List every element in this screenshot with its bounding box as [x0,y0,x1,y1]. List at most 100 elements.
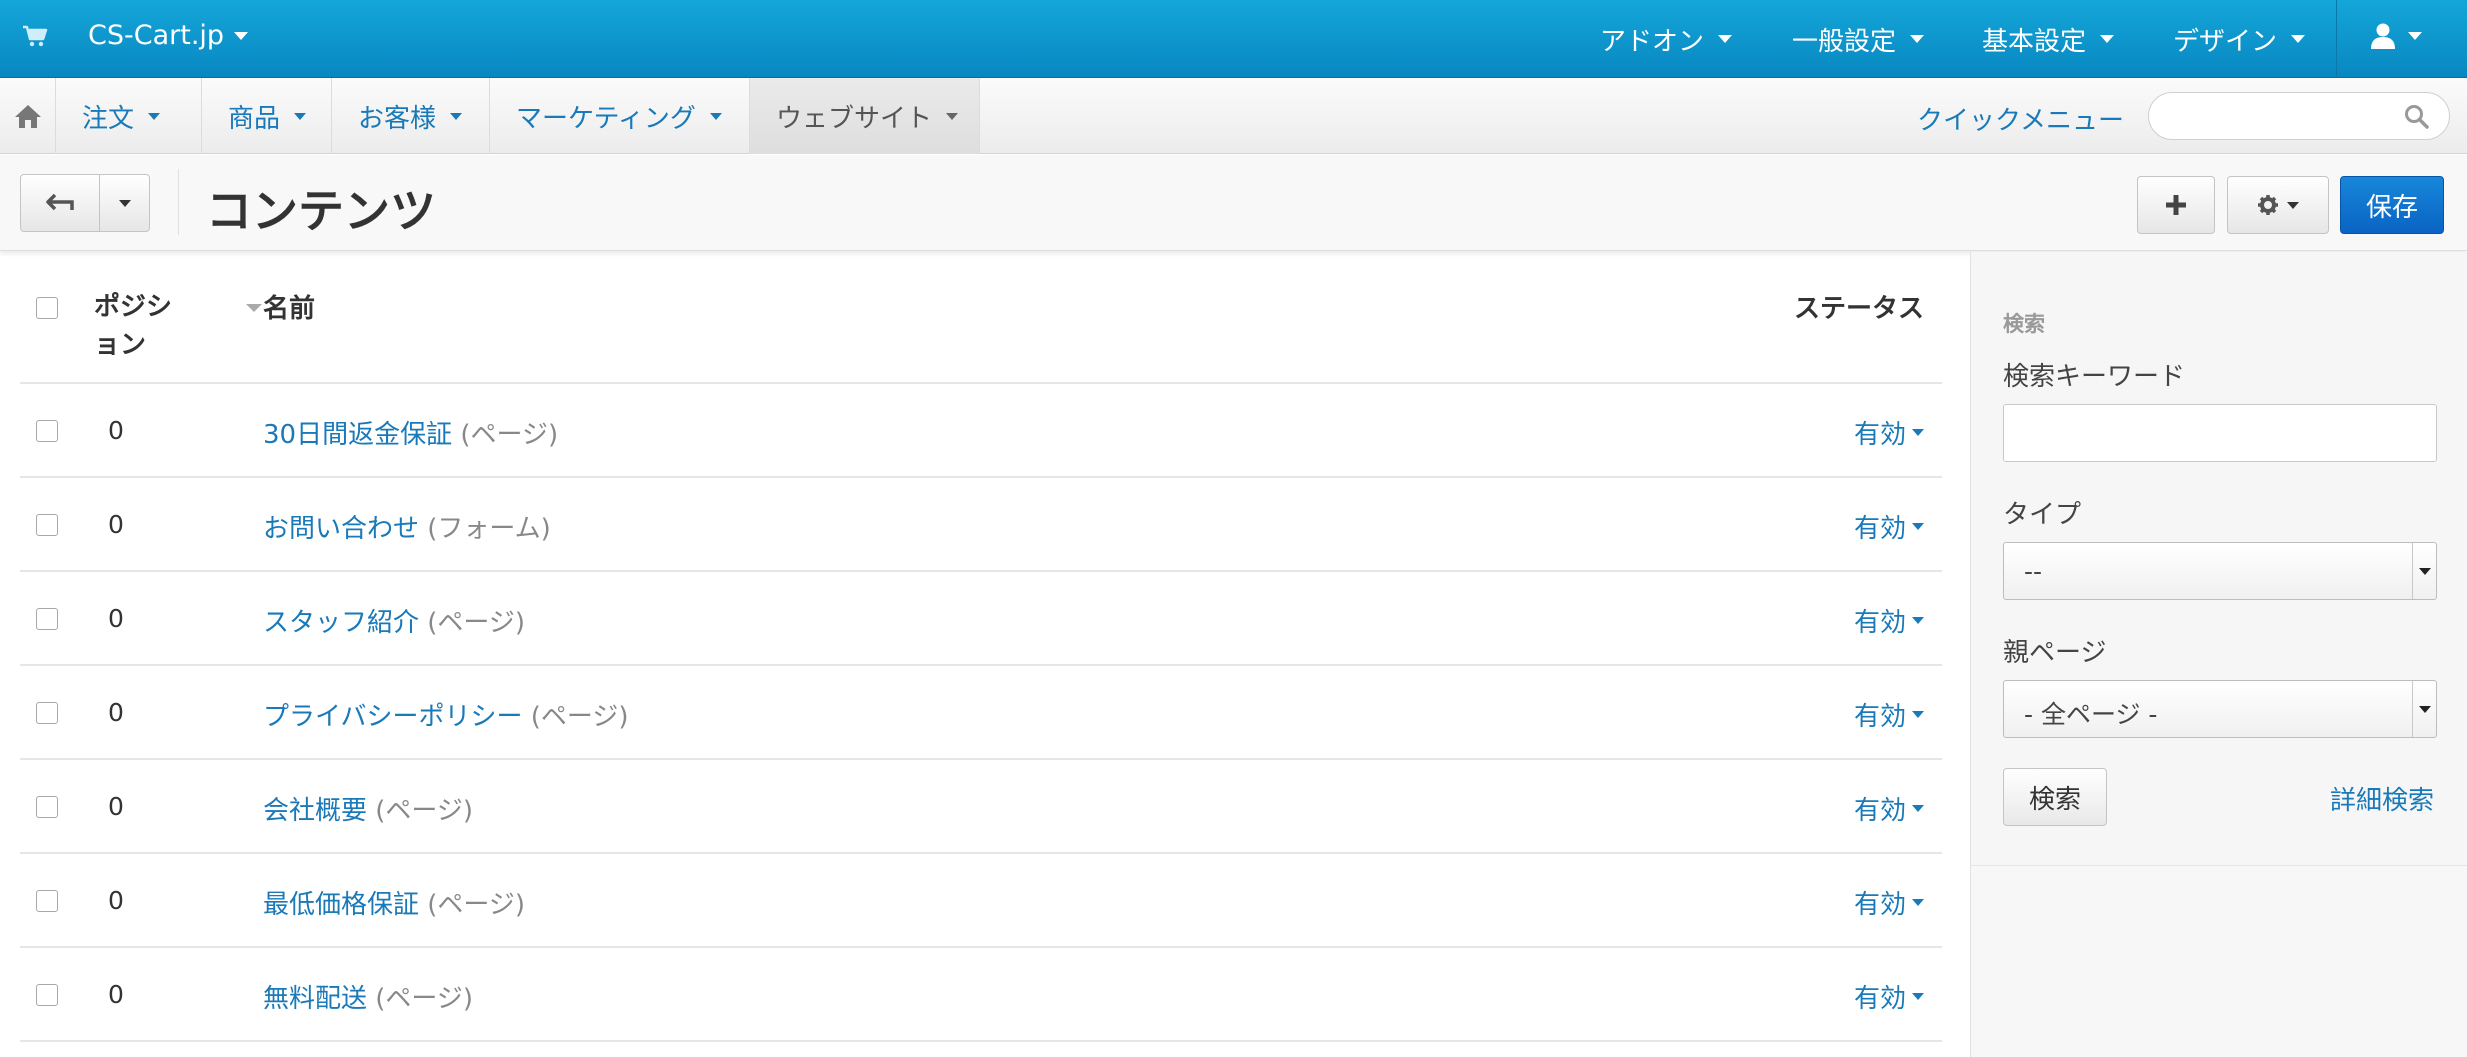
top-bar: CS-Cart.jp アドオン 一般設定 基本設定 デザイン [0,0,2467,78]
keyword-input[interactable] [2003,404,2437,462]
row-name: 最低価格保証 (ページ) [263,884,525,921]
type-label: タイプ [2003,500,2082,530]
row-type: (ページ) [427,608,526,638]
nav-item-customers[interactable]: お客様 [332,78,490,154]
nav-item-products[interactable]: 商品 [202,78,332,154]
chevron-down-icon [2418,705,2431,713]
status-dropdown[interactable]: 有効 [1854,790,1924,827]
column-header-name[interactable]: 名前 [263,288,315,325]
action-bar: コンテンツ 保存 [0,155,2467,251]
store-switcher[interactable]: CS-Cart.jp [88,20,249,51]
status-dropdown[interactable]: 有効 [1854,508,1924,545]
row-name-link[interactable]: プライバシーポリシー [263,702,522,732]
search-button[interactable]: 検索 [2003,768,2107,826]
row-position[interactable]: 0 [108,510,124,539]
status-dropdown[interactable]: 有効 [1854,696,1924,733]
status-dropdown[interactable]: 有効 [1854,978,1924,1015]
row-position[interactable]: 0 [108,416,124,445]
column-header-status[interactable]: ステータス [1794,288,1924,325]
row-position[interactable]: 0 [108,604,124,633]
user-menu-button[interactable] [2370,22,2422,50]
row-checkbox[interactable] [36,984,58,1006]
parent-page-select[interactable]: - 全ページ - [2003,680,2437,738]
row-checkbox[interactable] [36,608,58,630]
row-type: (ページ) [375,984,474,1014]
quick-menu-link[interactable]: クイックメニュー [1917,100,2124,137]
user-icon [2371,23,2395,49]
row-checkbox[interactable] [36,514,58,536]
history-dropdown-button[interactable] [99,174,150,232]
row-name-link[interactable]: お問い合わせ [263,514,419,544]
add-button[interactable] [2137,176,2215,234]
chevron-down-icon [1718,35,1733,43]
chevron-down-icon [450,112,463,120]
row-position[interactable]: 0 [108,980,124,1009]
divider [2336,0,2337,78]
table-row: 0 会社概要 (ページ) 有効 [20,760,1942,854]
home-button[interactable] [0,78,56,154]
cart-icon[interactable] [22,24,48,48]
status-label: 有効 [1853,984,1906,1014]
menu-basic-settings[interactable]: 基本設定 [1982,0,2115,78]
row-checkbox[interactable] [36,890,58,912]
row-name-link[interactable]: 会社概要 [263,796,367,826]
row-checkbox[interactable] [36,796,58,818]
nav-item-customers-label: お客様 [358,103,437,134]
settings-dropdown-button[interactable] [2227,176,2329,234]
brand-name: CS-Cart.jp [88,20,225,51]
nav-item-marketing[interactable]: マーケティング [490,78,750,154]
row-name-link[interactable]: 無料配送 [263,984,367,1014]
row-name: 会社概要 (ページ) [263,790,473,827]
menu-design-label: デザイン [2173,26,2278,57]
nav-item-website[interactable]: ウェブサイト [750,78,980,154]
keyword-label: 検索キーワード [2003,362,2186,392]
chevron-down-icon [2291,35,2306,43]
chevron-down-icon [294,112,307,120]
chevron-down-icon [1910,35,1925,43]
search-panel: 検索 検索キーワード タイプ -- 親ページ - 全ページ - 検索 詳細検索 [1971,252,2467,866]
back-button[interactable] [20,174,100,232]
chevron-down-icon [148,112,161,120]
nav-item-orders[interactable]: 注文 [56,78,202,154]
menu-addons[interactable]: アドオン [1600,0,1733,78]
sort-down-icon[interactable] [246,304,262,312]
row-type: (フォーム) [427,514,551,544]
table-row: 0 お問い合わせ (フォーム) 有効 [20,478,1942,572]
row-type: (ページ) [530,702,629,732]
row-name-link[interactable]: 最低価格保証 [263,890,419,920]
chevron-down-icon [118,199,131,207]
status-dropdown[interactable]: 有効 [1854,414,1924,451]
advanced-search-link[interactable]: 詳細検索 [2330,780,2434,817]
nav-item-orders-label: 注文 [82,103,135,134]
page-title: コンテンツ [206,184,436,238]
row-position[interactable]: 0 [108,698,124,727]
menu-general-settings[interactable]: 一般設定 [1792,0,1925,78]
row-name: スタッフ紹介 (ページ) [263,602,525,639]
select-all-checkbox[interactable] [36,297,58,319]
status-label: 有効 [1853,608,1906,638]
status-dropdown[interactable]: 有効 [1854,602,1924,639]
chevron-down-icon [1912,429,1924,436]
nav-item-marketing-label: マーケティング [516,103,696,134]
row-checkbox[interactable] [36,702,58,724]
menu-general-settings-label: 一般設定 [1792,26,1897,57]
column-header-position[interactable]: ポジション [94,288,184,364]
menu-design[interactable]: デザイン [2173,0,2306,78]
row-name-link[interactable]: 30日間返金保証 [263,420,452,450]
row-checkbox[interactable] [36,420,58,442]
plus-icon [2166,195,2186,215]
chevron-down-icon [1912,617,1924,624]
table-row: 0 プライバシーポリシー (ページ) 有効 [20,666,1942,760]
row-name-link[interactable]: スタッフ紹介 [263,608,419,638]
parent-page-select-value: - 全ページ - [2024,700,2158,729]
row-position[interactable]: 0 [108,792,124,821]
save-button[interactable]: 保存 [2340,176,2444,234]
status-dropdown[interactable]: 有効 [1854,884,1924,921]
row-position[interactable]: 0 [108,886,124,915]
table-row: 0 無料配送 (ページ) 有効 [20,948,1942,1042]
search-icon[interactable] [2404,104,2430,130]
select-arrow [2412,543,2436,599]
chevron-down-icon [1912,523,1924,530]
chevron-down-icon [2418,567,2431,575]
type-select[interactable]: -- [2003,542,2437,600]
